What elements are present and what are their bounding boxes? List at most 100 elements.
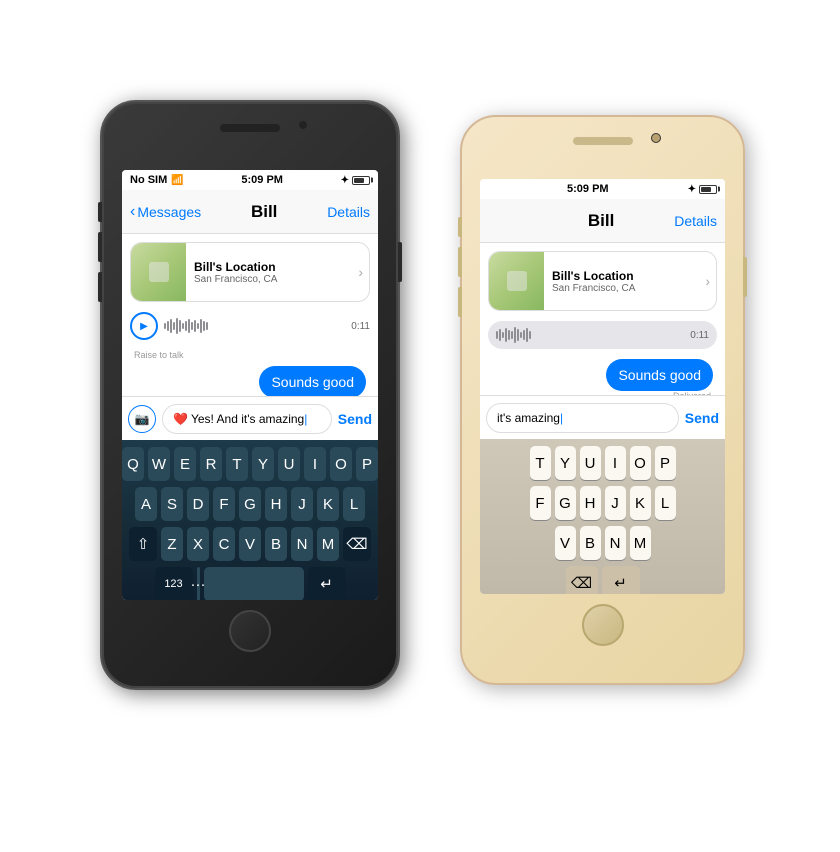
key-K[interactable]: K <box>630 486 651 520</box>
key-L[interactable]: L <box>655 486 676 520</box>
speaker-grille <box>573 137 633 145</box>
key-I[interactable]: I <box>304 447 326 481</box>
text-field-dark[interactable]: ❤️ Yes! And it's amazing | <box>162 404 332 434</box>
location-info-dark: Bill's Location San Francisco, CA <box>186 254 358 291</box>
waveform-dark <box>164 316 345 336</box>
keyboard-row-4-light: ⌫ ↵ <box>482 563 723 594</box>
key-G[interactable]: G <box>239 487 261 521</box>
key-Z[interactable]: Z <box>161 527 183 561</box>
key-J[interactable]: J <box>605 486 626 520</box>
keyboard-row-3-light: V B N M <box>482 523 723 563</box>
battery-icon-light <box>699 185 717 194</box>
key-Q[interactable]: Q <box>122 447 144 481</box>
key-S[interactable]: S <box>161 487 183 521</box>
key-F[interactable]: F <box>530 486 551 520</box>
return-key-light[interactable]: ↵ <box>602 566 640 594</box>
location-address-light: San Francisco, CA <box>552 283 697 294</box>
nav-back-button[interactable]: ‹ Messages <box>130 203 201 221</box>
phone-dark: No SIM 📶 5:09 PM ✦ ‹ Messages Bill Detai… <box>100 100 400 690</box>
key-N[interactable]: N <box>291 527 313 561</box>
carrier-label: No SIM <box>130 174 167 186</box>
key-K[interactable]: K <box>317 487 339 521</box>
front-camera <box>651 133 661 143</box>
waveform-light <box>496 325 686 345</box>
play-button[interactable]: ▶ <box>130 312 158 340</box>
home-button-dark[interactable] <box>229 610 271 652</box>
key-W[interactable]: W <box>148 447 170 481</box>
screen-dark: No SIM 📶 5:09 PM ✦ ‹ Messages Bill Detai… <box>122 170 378 600</box>
input-area-light: it's amazing | Send <box>480 395 725 439</box>
key-V[interactable]: V <box>239 527 261 561</box>
silent-switch-dark[interactable] <box>98 202 102 222</box>
key-F[interactable]: F <box>213 487 235 521</box>
bluetooth-icon-light: ✦ <box>688 184 696 195</box>
key-G[interactable]: G <box>555 486 576 520</box>
volume-down-button[interactable] <box>458 287 462 317</box>
bluetooth-icon-dark: ✦ <box>341 175 349 186</box>
key-I[interactable]: I <box>605 446 626 480</box>
key-D[interactable]: D <box>187 487 209 521</box>
sent-message-container-light: Sounds good Delivered <box>488 359 717 395</box>
heart-emoji: ❤️ <box>173 412 188 426</box>
key-U[interactable]: U <box>278 447 300 481</box>
key-B[interactable]: B <box>265 527 287 561</box>
keyboard-row-2-light: F G H J K L <box>482 483 723 523</box>
key-M[interactable]: M <box>630 526 651 560</box>
key-Y[interactable]: Y <box>555 446 576 480</box>
text-field-light[interactable]: it's amazing | <box>486 403 679 433</box>
volume-up-button[interactable] <box>458 247 462 277</box>
space-key-dark[interactable] <box>204 567 304 600</box>
key-H[interactable]: H <box>265 487 287 521</box>
key-X[interactable]: X <box>187 527 209 561</box>
phone-light: 5:09 PM ✦ Bill Details <box>460 115 745 685</box>
voice-duration-dark: 0:11 <box>351 321 370 332</box>
nav-bar-light: Bill Details <box>480 199 725 243</box>
key-V[interactable]: V <box>555 526 576 560</box>
power-button-dark[interactable] <box>398 242 402 282</box>
location-name-dark: Bill's Location <box>194 260 350 274</box>
key-Y[interactable]: Y <box>252 447 274 481</box>
location-address-dark: San Francisco, CA <box>194 274 350 285</box>
shift-key-dark[interactable]: ⇧ <box>129 527 157 561</box>
key-J[interactable]: J <box>291 487 313 521</box>
location-card-light[interactable]: Bill's Location San Francisco, CA › <box>488 251 717 311</box>
status-bar-dark: No SIM 📶 5:09 PM ✦ <box>122 170 378 190</box>
key-O[interactable]: O <box>330 447 352 481</box>
nav-detail-dark[interactable]: Details <box>327 204 370 220</box>
messages-area-light: Bill's Location San Francisco, CA › <box>480 243 725 594</box>
send-button-dark[interactable]: Send <box>338 411 372 427</box>
key-R[interactable]: R <box>200 447 222 481</box>
key-C[interactable]: C <box>213 527 235 561</box>
key-B[interactable]: B <box>580 526 601 560</box>
key-P[interactable]: P <box>356 447 378 481</box>
key-L[interactable]: L <box>343 487 365 521</box>
location-card-dark[interactable]: Bill's Location San Francisco, CA › <box>130 242 370 302</box>
volume-up-dark[interactable] <box>98 232 102 262</box>
home-button-light[interactable] <box>582 604 624 646</box>
delete-key-light[interactable]: ⌫ <box>566 566 598 594</box>
numbers-key-dark[interactable]: 123 <box>155 567 193 600</box>
key-T[interactable]: T <box>530 446 551 480</box>
key-P[interactable]: P <box>655 446 676 480</box>
keyboard-light: T Y U I O P F G H J K L <box>480 439 725 594</box>
return-key-dark[interactable]: ↵ <box>308 567 346 600</box>
key-T[interactable]: T <box>226 447 248 481</box>
camera-dark <box>298 120 308 130</box>
key-O[interactable]: O <box>630 446 651 480</box>
silent-switch[interactable] <box>458 217 462 237</box>
keyboard-row-1-light: T Y U I O P <box>482 443 723 483</box>
nav-detail-light[interactable]: Details <box>674 213 717 229</box>
key-E[interactable]: E <box>174 447 196 481</box>
key-M[interactable]: M <box>317 527 339 561</box>
camera-button[interactable]: 📷 <box>128 405 156 433</box>
key-N[interactable]: N <box>605 526 626 560</box>
delete-key-dark[interactable]: ⌫ <box>343 527 371 561</box>
messages-scroll-dark: Bill's Location San Francisco, CA › ▶ <box>122 234 378 396</box>
power-button[interactable] <box>743 257 747 297</box>
key-U[interactable]: U <box>580 446 601 480</box>
dots-key: ··· <box>197 567 200 600</box>
key-A[interactable]: A <box>135 487 157 521</box>
key-H[interactable]: H <box>580 486 601 520</box>
volume-down-dark[interactable] <box>98 272 102 302</box>
send-button-light[interactable]: Send <box>685 410 719 426</box>
